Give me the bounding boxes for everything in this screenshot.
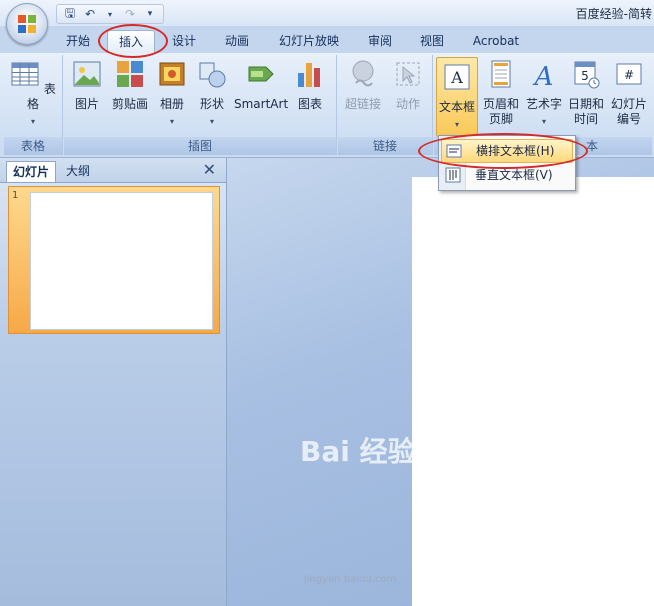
tab-review[interactable]: 审阅 [360, 30, 400, 52]
menu-item-horizontal-textbox[interactable]: 横排文本框(H) [441, 139, 573, 163]
header-footer-label-2: 页脚 [488, 112, 513, 126]
group-illustrations: 图片 剪贴画 相册 ▾ 形状 ▾ SmartArt 图表 插图 [64, 55, 337, 155]
smartart-label: SmartArt [234, 97, 289, 111]
title-bar: 🖫 ↶ ▾ ↷ ▾ 百度经验-简转 [0, 0, 654, 45]
slide-editing-area [227, 158, 654, 606]
customize-icon[interactable]: ▾ [142, 6, 158, 22]
tab-acrobat[interactable]: Acrobat [464, 30, 528, 52]
menu-item-vertical-textbox[interactable]: 垂直文本框(V) [441, 164, 573, 186]
header-footer-label-1: 页眉和 [482, 97, 519, 111]
shapes-label: 形状 [199, 97, 224, 111]
slide-number-button[interactable]: # 幻灯片 编号 [608, 59, 650, 127]
slide-number-label-1: 幻灯片 [610, 97, 647, 111]
ribbon-tabs: 开始 插入 设计 动画 幻灯片放映 审阅 视图 Acrobat [0, 26, 654, 53]
shapes-button[interactable]: 形状 ▾ [194, 59, 230, 129]
svg-text:A: A [533, 62, 554, 89]
quick-access-toolbar: 🖫 ↶ ▾ ↷ ▾ [56, 4, 164, 24]
svg-text:5: 5 [581, 69, 589, 83]
header-footer-icon [491, 60, 511, 88]
textbox-icon: A [444, 64, 470, 90]
window-title: 百度经验-简转 [575, 7, 652, 21]
chevron-down-icon: ▾ [30, 117, 35, 126]
group-tables: 表格 ▾ 表格 [4, 55, 63, 155]
textbox-button[interactable]: A 文本框 ▾ [436, 57, 478, 137]
dropdown-arrow-icon[interactable]: ▾ [102, 6, 118, 22]
group-label-tables: 表格 [4, 137, 62, 155]
chevron-down-icon: ▾ [541, 117, 546, 126]
menu-item-vertical-label: 垂直文本框(V) [475, 168, 553, 182]
office-button[interactable] [6, 3, 48, 45]
tab-home[interactable]: 开始 [58, 30, 98, 52]
chevron-down-icon: ▾ [169, 117, 174, 126]
shapes-icon [199, 62, 226, 88]
wordart-button[interactable]: A 艺术字 ▾ [524, 59, 564, 129]
wordart-label: 艺术字 [525, 97, 562, 111]
office-logo-icon [18, 15, 36, 33]
slide-canvas[interactable] [412, 177, 654, 606]
picture-icon [73, 61, 101, 87]
svg-text:#: # [624, 68, 634, 82]
svg-text:A: A [450, 68, 463, 87]
slide-number-icon: # [616, 63, 642, 85]
group-label-links: 链接 [338, 137, 432, 155]
photo-album-label: 相册 [159, 97, 184, 111]
save-icon[interactable]: 🖫 [62, 6, 78, 22]
slide-thumbnail[interactable] [30, 192, 213, 330]
undo-icon[interactable]: ↶ [82, 6, 98, 22]
baidu-watermark: Bai 经验 [300, 435, 416, 468]
menu-item-horizontal-label: 横排文本框(H) [476, 144, 555, 158]
clipart-label: 剪贴画 [111, 97, 148, 111]
chart-button[interactable]: 图表 [292, 59, 328, 112]
action-label: 动作 [395, 97, 420, 111]
tab-outline[interactable]: 大纲 [60, 161, 96, 181]
date-time-icon: 5 [574, 61, 600, 89]
chart-label: 图表 [297, 97, 322, 111]
table-icon [11, 62, 39, 86]
chevron-down-icon: ▾ [209, 117, 214, 126]
photo-album-button[interactable]: 相册 ▾ [154, 59, 190, 129]
hyperlink-button[interactable]: 超链接 [342, 59, 384, 112]
chevron-down-icon: ▾ [454, 120, 459, 129]
hyperlink-icon [352, 60, 374, 87]
header-footer-button[interactable]: 页眉和 页脚 [480, 59, 522, 127]
smartart-button[interactable]: SmartArt [234, 59, 288, 112]
textbox-dropdown-menu: 横排文本框(H) 垂直文本框(V) [438, 135, 576, 191]
close-icon[interactable]: ✕ [203, 160, 216, 179]
vertical-textbox-icon [445, 167, 461, 183]
tab-design[interactable]: 设计 [164, 30, 204, 52]
redo-icon[interactable]: ↷ [122, 6, 138, 22]
chart-icon [298, 63, 320, 87]
date-time-button[interactable]: 5 日期和 时间 [566, 59, 606, 127]
baidu-watermark-url: jingyan.baidu.com [304, 574, 397, 585]
horizontal-textbox-icon [446, 144, 462, 158]
date-time-label-1: 日期和 [567, 97, 604, 111]
tab-slides[interactable]: 幻灯片 [6, 161, 57, 182]
group-links: 超链接 动作 链接 [338, 55, 433, 155]
tab-slideshow[interactable]: 幻灯片放映 [270, 30, 348, 52]
slide-number: 1 [12, 190, 19, 201]
slides-pane-tabs: 幻灯片 大纲 ✕ [0, 158, 226, 183]
date-time-label-2: 时间 [573, 112, 598, 126]
hyperlink-label: 超链接 [344, 97, 381, 111]
clipart-icon [117, 61, 143, 87]
tab-view[interactable]: 视图 [412, 30, 452, 52]
slides-pane: 幻灯片 大纲 ✕ 1 [0, 158, 227, 606]
picture-label: 图片 [74, 97, 99, 111]
slide-thumbnail-selected[interactable]: 1 [8, 186, 220, 334]
group-label-illustrations: 插图 [64, 137, 336, 155]
tab-insert[interactable]: 插入 [107, 30, 155, 53]
photo-album-icon [159, 62, 185, 86]
smartart-icon [248, 66, 274, 82]
wordart-icon: A [533, 62, 554, 92]
picture-button[interactable]: 图片 [68, 59, 106, 112]
tab-animation[interactable]: 动画 [216, 30, 258, 52]
textbox-label: 文本框 [438, 100, 475, 114]
action-button[interactable]: 动作 [388, 59, 428, 112]
slide-number-label-2: 编号 [616, 112, 641, 126]
table-button[interactable]: 表格 ▾ [10, 59, 56, 129]
clipart-button[interactable]: 剪贴画 [108, 59, 152, 112]
action-icon [396, 62, 420, 86]
